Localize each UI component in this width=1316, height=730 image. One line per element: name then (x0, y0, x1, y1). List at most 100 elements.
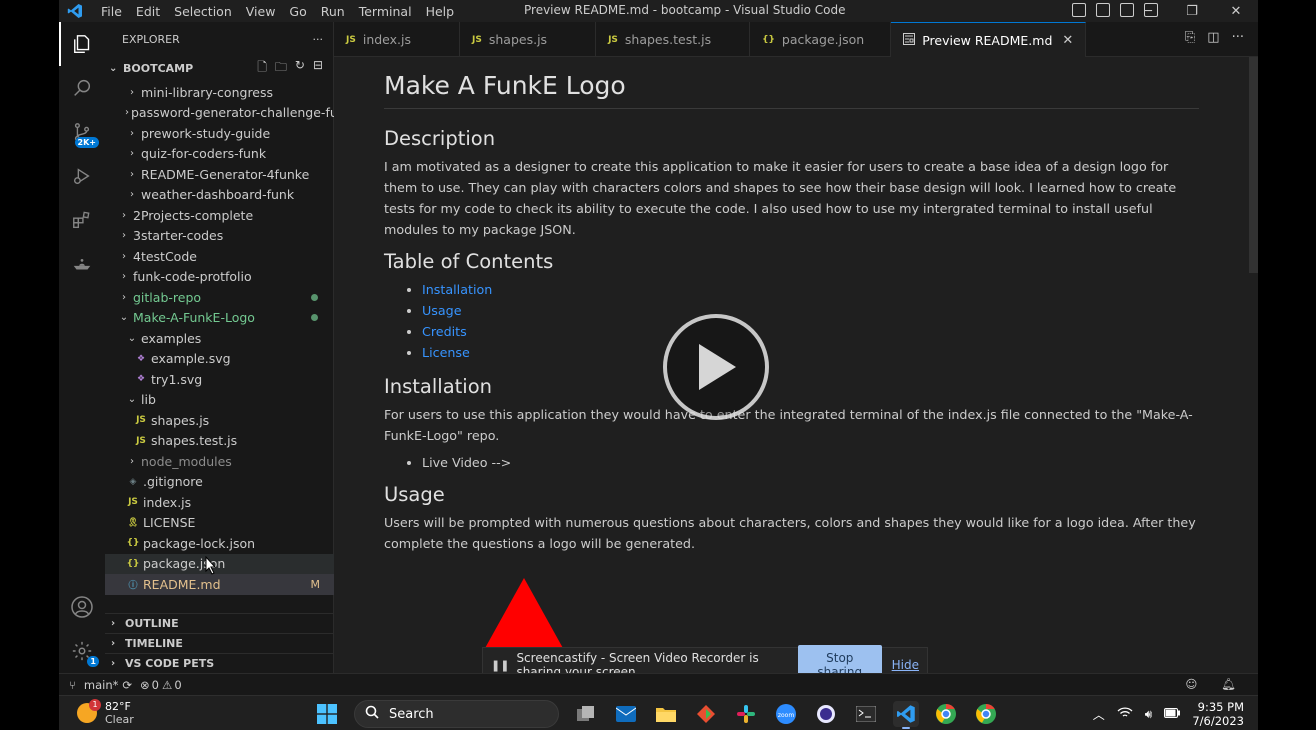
menu-go[interactable]: Go (282, 4, 313, 19)
extensions-icon[interactable] (59, 198, 105, 242)
tree-item[interactable]: ⓘ README.md M (105, 574, 334, 595)
tree-item[interactable]: ⌄ examples (105, 328, 334, 349)
tree-item[interactable]: › gitlab-repo (105, 287, 334, 308)
tab-shapes-test-js[interactable]: JS shapes.test.js (596, 22, 751, 57)
tab-index-js[interactable]: JS index.js (334, 22, 461, 57)
weather-widget[interactable]: 1 82°F Clear (77, 699, 134, 726)
restore-button[interactable]: ❐ (1170, 0, 1214, 22)
zoom-icon[interactable]: zoom (773, 701, 799, 727)
run-debug-icon[interactable] (59, 154, 105, 198)
warning-count[interactable]: 0 (174, 678, 181, 692)
chrome-profile-icon[interactable] (933, 701, 959, 727)
vscode-pets-section[interactable]: › VS CODE PETS (105, 653, 334, 673)
more-actions-icon[interactable]: ··· (313, 33, 324, 46)
stop-sharing-button[interactable]: Stop sharing (797, 645, 882, 673)
slack-icon[interactable] (733, 701, 759, 727)
tree-item[interactable]: › 4testCode (105, 246, 334, 267)
git-kraken-icon[interactable] (693, 701, 719, 727)
tab-package-json[interactable]: {} package.json (750, 22, 892, 57)
tree-item[interactable]: {} package.json (105, 553, 334, 574)
search-icon[interactable] (59, 66, 105, 110)
tree-item[interactable]: › 2Projects-complete (105, 205, 334, 226)
menu-edit[interactable]: Edit (129, 4, 167, 19)
tree-item[interactable]: › password-generator-challenge-fu... (105, 103, 334, 124)
minimize-button[interactable]: ─ (1126, 0, 1170, 22)
toc-link-installation[interactable]: Installation (422, 282, 492, 297)
new-folder-icon[interactable]: 🗀 (275, 58, 287, 79)
error-count[interactable]: 0 (152, 678, 159, 692)
timeline-section[interactable]: › TIMELINE (105, 633, 334, 653)
menu-terminal[interactable]: Terminal (352, 4, 419, 19)
tab-preview-readme[interactable]: Preview README.md ✕ (891, 22, 1087, 57)
tree-item[interactable]: JS shapes.test.js (105, 431, 334, 452)
outline-section[interactable]: › OUTLINE (105, 613, 334, 633)
tree-item[interactable]: › 3starter-codes (105, 226, 334, 247)
menu-selection[interactable]: Selection (167, 4, 239, 19)
tree-item[interactable]: ⌄ Make-A-FunkE-Logo (105, 308, 334, 329)
volume-icon[interactable]: 🔊︎ (1145, 707, 1153, 722)
markdown-preview[interactable]: Make A FunkE Logo Description I am motiv… (334, 57, 1258, 673)
close-button[interactable]: ✕ (1214, 0, 1258, 22)
tree-item[interactable]: › prework-study-guide (105, 123, 334, 144)
notifications-bell-icon[interactable]: 🔔︎ (1221, 677, 1236, 691)
tree-item[interactable]: › quiz-for-coders-funk (105, 144, 334, 165)
mail-icon[interactable] (613, 701, 639, 727)
tree-item[interactable]: 🎗︎ LICENSE (105, 513, 334, 534)
tree-item[interactable]: JS index.js (105, 492, 334, 513)
tree-item[interactable]: ⌄ lib (105, 390, 334, 411)
wifi-icon[interactable] (1117, 706, 1133, 722)
copilot-icon[interactable]: ☺ (1185, 677, 1197, 691)
collapse-all-icon[interactable]: ⊟ (313, 58, 323, 79)
json-file-icon: {} (762, 34, 775, 45)
taskbar-search[interactable]: Search (354, 700, 559, 728)
tree-item[interactable]: › README-Generator-4funke (105, 164, 334, 185)
more-actions-icon[interactable]: ··· (1232, 30, 1244, 45)
list-item: Live Video --> (422, 452, 1199, 473)
file-explorer-icon[interactable] (653, 701, 679, 727)
video-play-icon[interactable] (663, 314, 769, 420)
toc-link-license[interactable]: License (422, 345, 470, 360)
git-branch[interactable]: main* (84, 678, 118, 692)
account-icon[interactable] (59, 585, 105, 629)
chrome-icon[interactable] (973, 701, 999, 727)
tree-item[interactable]: › mini-library-congress (105, 82, 334, 103)
chevron-up-icon[interactable]: ︿ (1093, 706, 1105, 723)
tree-item[interactable]: › node_modules (105, 451, 334, 472)
tree-item[interactable]: {} package-lock.json (105, 533, 334, 554)
battery-icon[interactable] (1164, 707, 1181, 721)
task-view-icon[interactable] (573, 701, 599, 727)
explorer-icon[interactable] (59, 22, 105, 66)
genie-icon[interactable] (59, 242, 105, 286)
split-editor-icon[interactable]: ◫ (1207, 30, 1219, 45)
sync-icon[interactable]: ⟳ (122, 678, 132, 692)
obs-icon[interactable] (813, 701, 839, 727)
tab-shapes-js[interactable]: JS shapes.js (460, 22, 597, 57)
settings-gear-icon[interactable]: 1 (59, 629, 105, 673)
hide-link[interactable]: Hide (892, 658, 919, 672)
tree-item[interactable]: ◈ .gitignore (105, 472, 334, 493)
tree-item[interactable]: › funk-code-protfolio (105, 267, 334, 288)
open-source-icon[interactable]: ⎘ (1185, 30, 1195, 45)
menu-help[interactable]: Help (419, 4, 462, 19)
close-tab-icon[interactable]: ✕ (1062, 33, 1073, 48)
terminal-icon[interactable] (853, 701, 879, 727)
source-control-icon[interactable]: 2K+ (59, 110, 105, 154)
windows-start-icon[interactable] (314, 701, 340, 727)
menu-view[interactable]: View (239, 4, 283, 19)
tree-item[interactable]: ❖ try1.svg (105, 369, 334, 390)
menu-run[interactable]: Run (314, 4, 352, 19)
toc-link-credits[interactable]: Credits (422, 324, 467, 339)
menu-file[interactable]: File (94, 4, 129, 19)
tree-item[interactable]: ❖ example.svg (105, 349, 334, 370)
toc-link-usage[interactable]: Usage (422, 303, 462, 318)
refresh-icon[interactable]: ↻ (295, 58, 305, 79)
toggle-panel-icon[interactable] (1096, 3, 1110, 17)
tree-item[interactable]: › weather-dashboard-funk (105, 185, 334, 206)
tree-item[interactable]: JS shapes.js (105, 410, 334, 431)
vscode-taskbar-icon[interactable] (893, 701, 919, 729)
new-file-icon[interactable]: 🗋 (257, 58, 267, 79)
workspace-root[interactable]: ⌄ BOOTCAMP 🗋 🗀 ↻ ⊟ (105, 57, 333, 79)
toggle-sidebar-icon[interactable] (1072, 3, 1086, 17)
taskbar-clock[interactable]: 9:35 PM 7/6/2023 (1192, 700, 1244, 728)
editor-scrollbar[interactable] (1249, 57, 1258, 273)
